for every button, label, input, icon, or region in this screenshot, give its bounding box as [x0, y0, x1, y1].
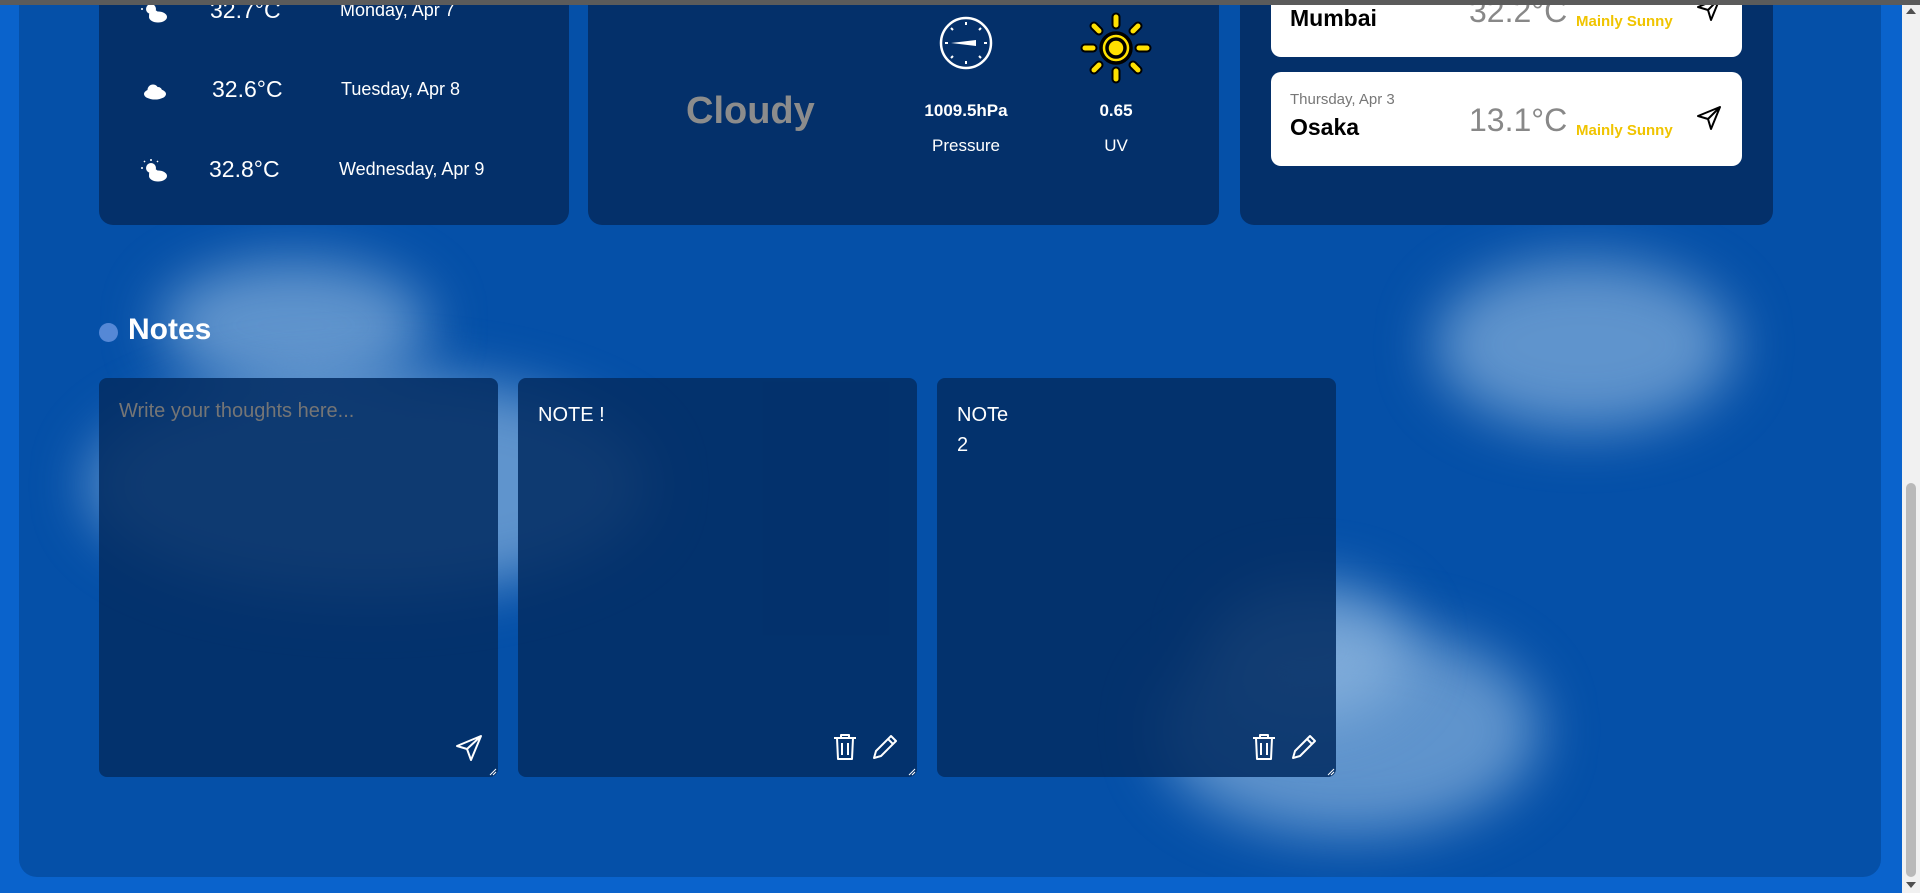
note-text: NOTE !: [538, 400, 605, 430]
city-name: Mumbai: [1290, 5, 1377, 31]
uv-label: UV: [1104, 136, 1128, 155]
city-condition: Mainly Sunny: [1576, 122, 1673, 139]
forecast-date: Monday, Apr 7: [340, 5, 455, 20]
new-note-card: [99, 378, 498, 777]
note-line: NOTE !: [538, 404, 605, 426]
resize-handle[interactable]: [489, 768, 497, 776]
note-card[interactable]: NOTe 2: [937, 378, 1336, 777]
forecast-date: Wednesday, Apr 9: [339, 159, 485, 179]
resize-handle[interactable]: [1327, 768, 1335, 776]
saved-cities-card: Mumbai 32.2°C Mainly Sunny Thursday, Apr…: [1240, 5, 1773, 225]
scroll-up-arrow[interactable]: [1906, 8, 1916, 14]
note-line: 2: [957, 434, 969, 456]
edit-icon[interactable]: [869, 731, 899, 763]
forecast-date: Tuesday, Apr 8: [341, 79, 461, 99]
dashboard-panel: 32.7°C Monday, Apr 7 32.6°C Tuesday, Apr…: [19, 5, 1881, 877]
scrollbar-thumb[interactable]: [1906, 483, 1916, 877]
forecast-temp: 32.7°C: [210, 5, 281, 23]
gauge-icon: [939, 16, 993, 70]
page-scrollbar[interactable]: [1902, 5, 1920, 893]
notes-heading: Notes: [128, 313, 212, 346]
cloud-icon: [144, 84, 166, 100]
navigate-icon[interactable]: [1695, 104, 1723, 132]
pressure-label: Pressure: [931, 136, 1001, 155]
scroll-down-arrow[interactable]: [1906, 882, 1916, 888]
note-input[interactable]: [119, 400, 469, 423]
city-name: Osaka: [1290, 114, 1360, 140]
note-line: NOTe: [957, 404, 1009, 426]
city-condition: Mainly Sunny: [1576, 13, 1673, 30]
delete-icon[interactable]: [830, 731, 860, 763]
send-icon[interactable]: [454, 731, 484, 763]
forecast-temp: 32.8°C: [209, 156, 280, 182]
current-condition: Cloudy: [686, 90, 815, 132]
pressure-value: 1009.5hPa: [924, 101, 1008, 120]
note-card[interactable]: NOTE !: [518, 378, 917, 777]
note-text: NOTe 2: [957, 400, 1008, 460]
notes-bullet: [99, 323, 118, 342]
city-temp: 13.1°C: [1469, 102, 1568, 138]
delete-icon[interactable]: [1249, 731, 1279, 763]
current-conditions-card: Cloudy 1009.5hPa Pressure 0.65 UV: [588, 5, 1219, 225]
forecast-row: 32.7°C Monday, Apr 7: [99, 5, 569, 27]
partly-cloudy-icon: [141, 5, 167, 23]
resize-handle[interactable]: [908, 768, 916, 776]
background-cloud: [1434, 260, 1734, 430]
forecast-temp: 32.6°C: [212, 76, 283, 102]
sun-icon: [1080, 12, 1152, 84]
partly-cloudy-icon: [141, 159, 167, 182]
forecast-row: 32.6°C Tuesday, Apr 8: [99, 76, 569, 106]
city-day: Thursday, Apr 3: [1290, 91, 1395, 108]
navigate-icon[interactable]: [1695, 5, 1723, 23]
forecast-card: 32.7°C Monday, Apr 7 32.6°C Tuesday, Apr…: [99, 5, 569, 225]
city-card-mumbai[interactable]: Mumbai 32.2°C Mainly Sunny: [1271, 5, 1742, 57]
city-card-osaka[interactable]: Thursday, Apr 3 Osaka 13.1°C Mainly Sunn…: [1271, 72, 1742, 166]
edit-icon[interactable]: [1288, 731, 1318, 763]
city-temp: 32.2°C: [1469, 5, 1568, 29]
uv-value: 0.65: [1099, 101, 1133, 120]
forecast-row: 32.8°C Wednesday, Apr 9: [99, 156, 569, 186]
